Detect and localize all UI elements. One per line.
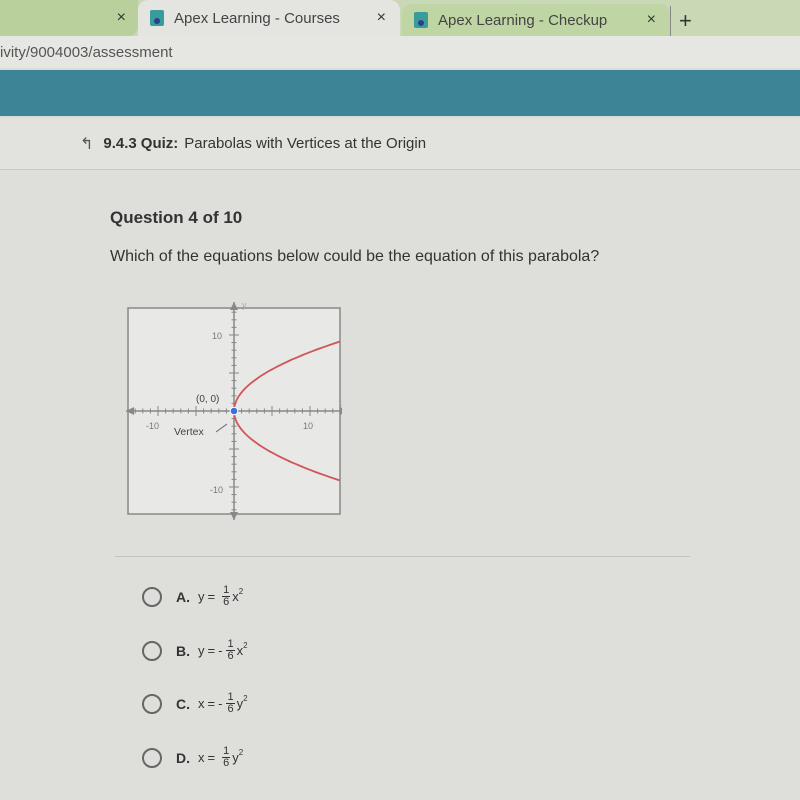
address-bar[interactable]: ivity/9004003/assessment (0, 36, 800, 68)
quiz-number: 9.4.3 (103, 135, 137, 152)
option-letter: D. (176, 749, 190, 766)
option-equation: x = -1 6 y 2 (198, 692, 248, 715)
denominator: 6 (223, 757, 230, 769)
equals-sign: = (207, 750, 216, 765)
question-heading: Question 4 of 10 (110, 208, 243, 227)
tab-title: Apex Learning - Checkup (438, 11, 608, 29)
back-arrow-icon[interactable]: ↰ (80, 134, 93, 154)
apex-favicon-icon (150, 10, 164, 26)
url-text[interactable]: ivity/9004003/assessment (0, 44, 173, 61)
parabola-graph: y x -10 10 10 -10 (0, 0) Vertex (126, 302, 342, 520)
browser-tab-checkup[interactable]: Apex Learning - Checkup × (402, 4, 670, 36)
close-tab-icon[interactable]: × (117, 9, 126, 27)
y-axis-down-arrow (230, 512, 238, 520)
browser-tab-previous[interactable]: × (0, 0, 138, 36)
equals-sign: = (207, 696, 216, 711)
question-content: Question 4 of 10 Which of the equations … (0, 170, 800, 800)
option-letter: C. (176, 695, 190, 712)
option-letter: B. (176, 642, 190, 659)
quiz-title: Parabolas with Vertices at the Origin (184, 135, 427, 152)
equation-lhs: y (198, 643, 205, 658)
equals-sign: = (207, 589, 216, 604)
option-equation: y = 1 6 x 2 (198, 585, 243, 608)
browser-tab-courses[interactable]: Apex Learning - Courses × (138, 0, 400, 36)
equals-sign: = (207, 643, 216, 658)
option-equation: y = -1 6 x 2 (198, 639, 248, 662)
exponent: 2 (243, 694, 248, 703)
equation-lhs: y (198, 589, 205, 604)
denominator: 6 (223, 596, 230, 608)
x-axis-label: x (341, 398, 342, 408)
answer-option-b[interactable]: B. y = -1 6 x 2 (142, 639, 248, 662)
site-banner (0, 70, 800, 116)
radio-button[interactable] (142, 586, 162, 607)
option-letter: A. (176, 588, 190, 605)
radio-button[interactable] (142, 640, 162, 661)
x-axis-right-arrow (340, 407, 342, 415)
exponent: 2 (238, 748, 244, 757)
fraction: 16 (226, 639, 235, 662)
answer-option-c[interactable]: C. x = -1 6 y 2 (142, 692, 248, 715)
answer-option-a[interactable]: A. y = 1 6 x 2 (142, 585, 243, 608)
quiz-label: Quiz: (140, 135, 179, 152)
exponent: 2 (243, 641, 248, 650)
fraction: 16 (226, 692, 235, 715)
answer-option-d[interactable]: D. x = 1 6 y 2 (142, 746, 243, 769)
equation-lhs: x (198, 696, 205, 711)
y-tick-label-10: 10 (212, 331, 222, 341)
sign: - (218, 643, 223, 658)
radio-button[interactable] (142, 747, 162, 768)
sign: - (218, 696, 223, 711)
close-tab-icon[interactable]: × (647, 11, 656, 29)
vertex-coordinate-label: (0, 0) (196, 394, 219, 405)
x-tick-label-neg10: -10 (146, 421, 159, 431)
close-tab-icon[interactable]: × (377, 9, 386, 27)
browser-tab-bar: × Apex Learning - Courses × Apex Learnin… (0, 0, 800, 36)
y-tick-label-neg10: -10 (210, 485, 223, 495)
vertex-annotation: Vertex (174, 426, 205, 438)
fraction: 16 (222, 746, 231, 769)
option-equation: x = 1 6 y 2 (198, 746, 243, 769)
apex-favicon-icon (414, 12, 428, 28)
equation-lhs: x (198, 750, 205, 765)
new-tab-button[interactable]: + (670, 6, 692, 36)
vertex-point (229, 406, 239, 416)
tab-title: Apex Learning - Courses (174, 9, 340, 27)
denominator: 6 (227, 703, 234, 715)
radio-button[interactable] (142, 693, 162, 714)
fraction: 16 (222, 585, 231, 608)
y-axis-up-arrow (230, 302, 238, 310)
section-divider (115, 556, 690, 557)
y-axis-label: y (242, 302, 247, 310)
denominator: 6 (227, 650, 234, 662)
quiz-header: ↰ 9.4.3 Quiz: Parabolas with Vertices at… (0, 118, 800, 170)
question-prompt: Which of the equations below could be th… (110, 248, 600, 265)
exponent: 2 (238, 587, 244, 596)
x-tick-label-10: 10 (303, 421, 313, 431)
